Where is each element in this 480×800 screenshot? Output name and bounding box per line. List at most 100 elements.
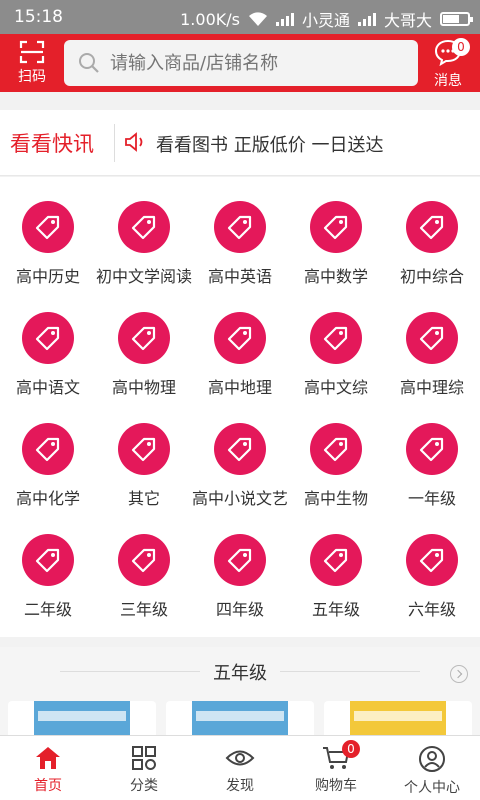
- nav-label: 购物车: [315, 778, 357, 794]
- category-label: 三年级: [119, 600, 168, 619]
- tag-icon: [22, 534, 74, 586]
- grade-section: 五年级: [0, 647, 480, 741]
- category-label: 一年级: [407, 489, 456, 508]
- news-ticker[interactable]: 看看快讯 看看图书 正版低价 一日送达: [0, 110, 480, 176]
- category-item[interactable]: 二年级: [0, 534, 96, 620]
- category-grid: 高中历史 初中文学阅读 高中英语 高中数学 初中综合 高中语文 高中物理 高中地理 高中文综 高中…: [0, 177, 480, 637]
- spacer: [0, 637, 480, 647]
- category-label: 六年级: [407, 600, 456, 619]
- category-item[interactable]: 六年级: [384, 534, 480, 620]
- tag-icon: [310, 312, 362, 364]
- nav-label: 个人中心: [404, 780, 460, 796]
- category-item[interactable]: 五年级: [288, 534, 384, 620]
- category-label: 二年级: [23, 600, 72, 619]
- tag-icon: [118, 312, 170, 364]
- tag-icon: [214, 201, 266, 253]
- category-item[interactable]: 初中综合: [384, 201, 480, 287]
- category-item[interactable]: 高中理综: [384, 312, 480, 398]
- wifi-icon: [248, 11, 267, 26]
- category-label: 高中生物: [303, 489, 368, 508]
- tag-icon: [118, 534, 170, 586]
- category-label: 高中物理: [111, 378, 176, 397]
- category-label: 高中历史: [15, 267, 80, 286]
- message-label: 消息: [434, 73, 462, 89]
- category-item[interactable]: 高中小说文艺: [192, 423, 288, 509]
- category-item[interactable]: 初中文学阅读: [96, 201, 192, 287]
- nav-profile[interactable]: 个人中心: [384, 736, 480, 800]
- tag-icon: [22, 201, 74, 253]
- category-item[interactable]: 三年级: [96, 534, 192, 620]
- carrier-1: 小灵通: [301, 11, 350, 30]
- section-title: 五年级: [213, 663, 267, 684]
- bottom-nav: 首页 分类 发现 0 购物车 个人中心: [0, 735, 480, 800]
- tag-icon: [22, 423, 74, 475]
- section-more-icon[interactable]: [450, 665, 468, 683]
- speaker-icon: [125, 132, 143, 152]
- signal-icon: [275, 12, 294, 26]
- home-icon: [36, 747, 60, 769]
- category-item[interactable]: 高中语文: [0, 312, 96, 398]
- status-right: 1.00K/s 小灵通 大哥大: [180, 7, 473, 31]
- tag-icon: [214, 423, 266, 475]
- category-item[interactable]: 一年级: [384, 423, 480, 509]
- category-item[interactable]: 四年级: [192, 534, 288, 620]
- section-line-right: [280, 671, 420, 672]
- scan-icon: [19, 40, 45, 64]
- category-item[interactable]: 高中生物: [288, 423, 384, 509]
- message-badge: 0: [452, 38, 470, 56]
- nav-category[interactable]: 分类: [96, 736, 192, 800]
- category-item[interactable]: 高中化学: [0, 423, 96, 509]
- tag-icon: [406, 312, 458, 364]
- spacer: [0, 92, 480, 110]
- category-item[interactable]: 其它: [96, 423, 192, 509]
- top-header: 扫码 消息 0: [0, 34, 480, 92]
- news-title: 看看快讯: [10, 132, 94, 156]
- category-label: 高中地理: [207, 378, 272, 397]
- battery-icon: [440, 12, 473, 26]
- cart-badge: 0: [342, 740, 360, 758]
- nav-discover[interactable]: 发现: [192, 736, 288, 800]
- tag-icon: [310, 534, 362, 586]
- scan-button[interactable]: 扫码: [12, 40, 52, 86]
- scan-label: 扫码: [18, 69, 46, 85]
- category-label: 高中英语: [207, 267, 272, 286]
- tag-icon: [406, 201, 458, 253]
- tag-icon: [214, 534, 266, 586]
- grid-icon: [132, 746, 156, 770]
- signal-icon-2: [357, 12, 376, 26]
- news-divider: [114, 124, 115, 162]
- tag-icon: [214, 312, 266, 364]
- user-icon: [419, 746, 445, 772]
- category-label: 其它: [127, 489, 160, 508]
- nav-label: 分类: [130, 778, 158, 794]
- category-label: 五年级: [311, 600, 360, 619]
- category-label: 高中化学: [15, 489, 80, 508]
- message-button[interactable]: 消息 0: [426, 38, 470, 90]
- carrier-2: 大哥大: [383, 11, 432, 30]
- category-label: 高中理综: [399, 378, 464, 397]
- category-label: 高中小说文艺: [192, 489, 289, 508]
- category-label: 高中文综: [303, 378, 368, 397]
- tag-icon: [118, 201, 170, 253]
- search-icon: [79, 53, 99, 73]
- network-speed: 1.00K/s: [180, 9, 240, 29]
- nav-home[interactable]: 首页: [0, 736, 96, 800]
- search-input[interactable]: [110, 52, 400, 74]
- category-item[interactable]: 高中数学: [288, 201, 384, 287]
- category-label: 四年级: [215, 600, 264, 619]
- category-item[interactable]: 高中地理: [192, 312, 288, 398]
- tag-icon: [310, 201, 362, 253]
- search-bar[interactable]: [64, 40, 418, 86]
- category-label: 高中语文: [15, 378, 80, 397]
- category-item[interactable]: 高中文综: [288, 312, 384, 398]
- category-item[interactable]: 高中英语: [192, 201, 288, 287]
- nav-label: 首页: [34, 778, 62, 794]
- eye-icon: [225, 750, 255, 766]
- category-item[interactable]: 高中历史: [0, 201, 96, 287]
- status-bar: 15:18 1.00K/s 小灵通 大哥大: [0, 0, 480, 34]
- tag-icon: [310, 423, 362, 475]
- tag-icon: [406, 423, 458, 475]
- nav-cart[interactable]: 0 购物车: [288, 736, 384, 800]
- tag-icon: [406, 534, 458, 586]
- category-item[interactable]: 高中物理: [96, 312, 192, 398]
